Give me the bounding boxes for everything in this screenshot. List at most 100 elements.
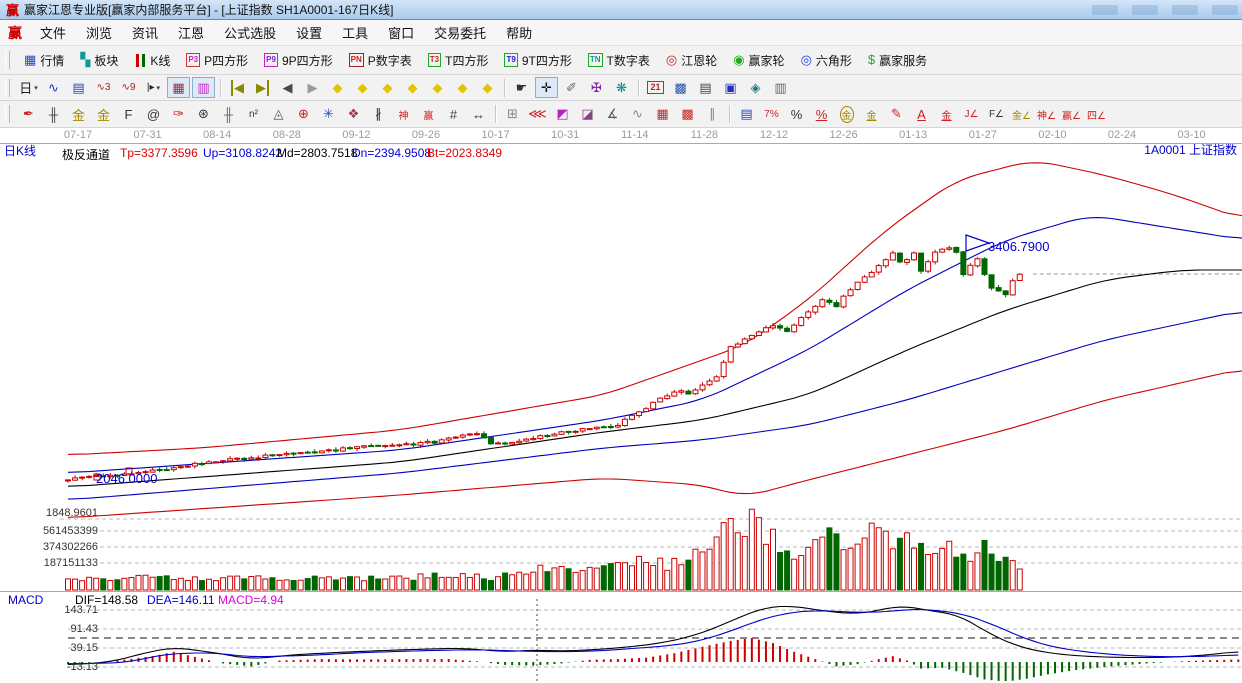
report-icon[interactable]: ▤	[694, 77, 717, 98]
wave3-icon[interactable]: ∿3	[92, 77, 115, 98]
diamond-expand-icon[interactable]: ◆	[376, 77, 399, 98]
wave-tool-icon[interactable]: ∿	[626, 104, 649, 125]
menu-gann[interactable]: 江恩	[168, 23, 214, 42]
gold-scale2-icon[interactable]: 金	[92, 104, 115, 125]
toolbutton-winner-service[interactable]: $ 赢家服务	[860, 52, 935, 69]
toolbutton-t-square[interactable]: T3 T四方形	[420, 52, 497, 69]
grid-red-icon[interactable]: ▦	[651, 104, 674, 125]
cycle-icon[interactable]: ⊛	[192, 104, 215, 125]
shen-angle-icon[interactable]: 神∠	[1035, 104, 1058, 125]
menu-news[interactable]: 资讯	[122, 23, 168, 42]
chart-area[interactable]: 日K线 极反通道 1A0001 上证指数 2046.0000 3406.7900…	[0, 128, 1242, 683]
angle-fan-icon[interactable]: ∡	[601, 104, 624, 125]
brush-icon[interactable]: ✑	[167, 104, 190, 125]
percent-icon[interactable]: %	[785, 104, 808, 125]
f-angle-icon[interactable]: F∠	[985, 104, 1008, 125]
hand-icon[interactable]: ☛	[510, 77, 533, 98]
toolbutton-sectors[interactable]: ▚ 板块	[72, 52, 126, 69]
si-angle-icon[interactable]: 四∠	[1085, 104, 1108, 125]
calendar-icon[interactable]: 21	[644, 77, 667, 98]
toolbutton-9t-square[interactable]: T9 9T四方形	[496, 52, 579, 69]
gold-circle-icon[interactable]: 金	[835, 104, 858, 125]
fan-box-icon[interactable]: ◩	[551, 104, 574, 125]
crosshair-icon[interactable]: ✛	[535, 77, 558, 98]
print-icon[interactable]: ▥	[769, 77, 792, 98]
ruler-icon[interactable]: ╫	[42, 104, 65, 125]
diamond-left-icon[interactable]: ◆	[326, 77, 349, 98]
web-blue-icon[interactable]: ✳	[317, 104, 340, 125]
toolbutton-hexagon[interactable]: ◎ 六角形	[793, 52, 860, 69]
export-icon[interactable]: ◈	[744, 77, 767, 98]
flag-icon[interactable]: |▸ ▾	[142, 77, 165, 98]
wave9-icon[interactable]: ∿9	[117, 77, 140, 98]
window-control-1[interactable]	[1092, 4, 1118, 15]
toolbutton-p-square[interactable]: P3 P四方形	[178, 52, 256, 69]
fan-icon[interactable]: ⋘	[526, 104, 549, 125]
window-control-close[interactable]	[1212, 4, 1238, 15]
gold-angle-icon[interactable]: 金∠	[1010, 104, 1033, 125]
percent7-icon[interactable]: 7%	[760, 104, 783, 125]
ying-scale-icon[interactable]: 赢	[417, 104, 440, 125]
j-angle-icon[interactable]: J∠	[960, 104, 983, 125]
toolbutton-gann-wheel[interactable]: ◎ 江恩轮	[658, 52, 725, 69]
trendline-icon[interactable]: ✐	[560, 77, 583, 98]
web-grid-icon[interactable]: ❖	[342, 104, 365, 125]
parallel-icon[interactable]: ∥	[701, 104, 724, 125]
flagpen-icon[interactable]: ✎	[885, 104, 908, 125]
diamond-plus-icon[interactable]: ◆	[451, 77, 474, 98]
grid-red2-icon[interactable]: ▩	[676, 104, 699, 125]
protractor-icon[interactable]: ◬	[267, 104, 290, 125]
toolbutton-winner-wheel[interactable]: ◉ 赢家轮	[725, 52, 792, 69]
toolbutton-t-table[interactable]: TN T数字表	[580, 52, 658, 69]
prev-page-icon[interactable]: ◀	[276, 77, 299, 98]
diamond-compress-icon[interactable]: ◆	[401, 77, 424, 98]
percent-line-icon[interactable]: %	[810, 104, 833, 125]
toolbutton-p-table[interactable]: PN P数字表	[341, 52, 420, 69]
n2-icon[interactable]: n²	[242, 104, 265, 125]
knife-icon[interactable]: ✒	[17, 104, 40, 125]
span-icon[interactable]: ↔	[467, 104, 490, 125]
window-control-2[interactable]	[1132, 4, 1158, 15]
menu-trade[interactable]: 交易委托	[424, 23, 496, 42]
first-page-icon[interactable]: ◀	[226, 77, 249, 98]
next-page-icon[interactable]: ▶	[301, 77, 324, 98]
window-control-3[interactable]	[1172, 4, 1198, 15]
toolbutton-9p-square[interactable]: P9 9P四方形	[256, 52, 340, 69]
zigzag-icon[interactable]: ∿	[42, 77, 65, 98]
menu-browse[interactable]: 浏览	[76, 23, 122, 42]
note-icon[interactable]: ▤	[67, 77, 90, 98]
f-scale-icon[interactable]: F	[117, 104, 140, 125]
menu-window[interactable]: 窗口	[378, 23, 424, 42]
gold-line-icon[interactable]: 金	[860, 104, 883, 125]
ying-angle-icon[interactable]: 赢∠	[1060, 104, 1083, 125]
gold-red-icon[interactable]: 金	[935, 104, 958, 125]
pattern-icon[interactable]: ▦	[167, 77, 190, 98]
scale123-icon[interactable]: #	[442, 104, 465, 125]
menu-tools[interactable]: 工具	[332, 23, 378, 42]
toolbutton-kline[interactable]: K线	[126, 52, 178, 69]
save-icon[interactable]: ▣	[719, 77, 742, 98]
scale-icon[interactable]: ╫	[217, 104, 240, 125]
fan-box2-icon[interactable]: ◪	[576, 104, 599, 125]
diamond-right-icon[interactable]: ◆	[351, 77, 374, 98]
last-page-icon[interactable]: ▶	[251, 77, 274, 98]
a-wave-icon[interactable]: A	[910, 104, 933, 125]
calculator-icon[interactable]: ▩	[669, 77, 692, 98]
period-selector[interactable]: 日 ▾	[17, 77, 40, 98]
kline-mark-icon[interactable]: ∦	[367, 104, 390, 125]
list-box-icon[interactable]: ▤	[735, 104, 758, 125]
menu-file[interactable]: 文件	[30, 23, 76, 42]
menu-settings[interactable]: 设置	[286, 23, 332, 42]
target-icon[interactable]: ⊕	[292, 104, 315, 125]
gann-tool-icon[interactable]: ✠	[585, 77, 608, 98]
histogram-icon[interactable]: ▥	[192, 77, 215, 98]
menu-help[interactable]: 帮助	[496, 23, 542, 42]
diamond-up-icon[interactable]: ◆	[426, 77, 449, 98]
web-tool-icon[interactable]: ❋	[610, 77, 633, 98]
shen-scale-icon[interactable]: 神	[392, 104, 415, 125]
menu-formula-select[interactable]: 公式选股	[214, 23, 286, 42]
box-tool-icon[interactable]: ⊞	[501, 104, 524, 125]
spiral-icon[interactable]: @	[142, 104, 165, 125]
gold-scale-icon[interactable]: 金	[67, 104, 90, 125]
toolbutton-quotes[interactable]: ▦ 行情	[16, 52, 72, 69]
